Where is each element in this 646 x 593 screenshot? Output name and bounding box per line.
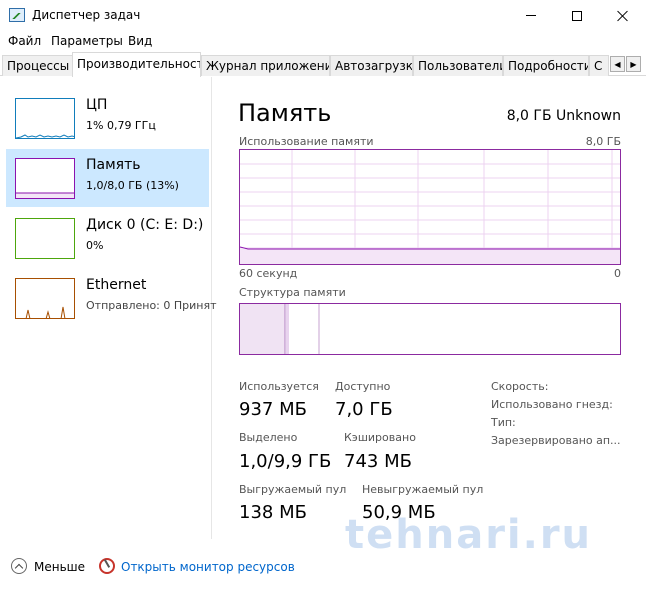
- tab-services[interactable]: С: [589, 55, 609, 76]
- page-title: Память: [238, 99, 332, 127]
- form-factor-label: Тип:: [491, 416, 516, 429]
- resource-memory[interactable]: Память 1,0/8,0 ГБ (13%): [6, 149, 209, 207]
- in-use-label: Используется: [239, 380, 319, 393]
- disk-thumbnail: [15, 218, 75, 259]
- ethernet-thumbnail: [15, 278, 75, 319]
- resource-disk-sub: 0%: [86, 239, 104, 252]
- maximize-icon: [572, 10, 582, 21]
- cpu-thumbnail: [15, 98, 75, 139]
- hardware-reserved-label: Зарезервировано ап...: [491, 434, 621, 447]
- close-icon: [617, 10, 629, 22]
- tab-details[interactable]: Подробности: [503, 55, 589, 76]
- tab-strip: Процессы Производительность Журнал прило…: [0, 52, 646, 77]
- available-label: Доступно: [335, 380, 391, 393]
- usage-fill: [240, 249, 620, 264]
- menu-bar: Файл Параметры Вид: [0, 31, 646, 51]
- tab-app-history[interactable]: Журнал приложений: [201, 55, 330, 76]
- minimize-button[interactable]: [508, 0, 554, 31]
- chevron-up-icon[interactable]: [11, 558, 27, 574]
- resource-monitor-icon[interactable]: [99, 558, 115, 574]
- close-button[interactable]: [600, 0, 646, 31]
- resource-memory-sub: 1,0/8,0 ГБ (13%): [86, 179, 179, 192]
- memory-thumbnail: [15, 158, 75, 199]
- fewer-details-button[interactable]: Меньше: [34, 560, 85, 574]
- composition-caption: Структура памяти: [239, 286, 346, 299]
- resource-ethernet-name: Ethernet: [86, 277, 147, 293]
- in-use-value: 937 МБ: [239, 399, 307, 420]
- memory-details: Память 8,0 ГБ Unknown Использование памя…: [213, 77, 646, 539]
- usage-caption: Использование памяти: [239, 135, 374, 148]
- tab-scroll-left-icon[interactable]: ◀: [610, 56, 625, 72]
- slots-label: Использовано гнезд:: [491, 398, 613, 411]
- tab-processes[interactable]: Процессы: [2, 55, 73, 76]
- time-left: 60 секунд: [239, 267, 298, 280]
- footer: Меньше Открыть монитор ресурсов: [0, 540, 646, 593]
- paged-pool-value: 138 МБ: [239, 502, 307, 523]
- cached-value: 743 МБ: [344, 451, 412, 472]
- paged-pool-label: Выгружаемый пул: [239, 483, 347, 496]
- task-manager-icon: [9, 8, 25, 22]
- memory-total: 8,0 ГБ Unknown: [506, 108, 621, 124]
- nonpaged-pool-label: Невыгружаемый пул: [362, 483, 484, 496]
- menu-file[interactable]: Файл: [8, 34, 41, 48]
- available-value: 7,0 ГБ: [335, 399, 393, 420]
- tab-performance[interactable]: Производительность: [72, 52, 201, 77]
- resource-disk[interactable]: Диск 0 (C: E: D:) 0%: [6, 209, 209, 267]
- window-title: Диспетчер задач: [32, 8, 141, 22]
- memory-composition-bar: [239, 303, 621, 355]
- memory-usage-graph: [239, 149, 621, 265]
- committed-label: Выделено: [239, 431, 298, 444]
- menu-view[interactable]: Вид: [128, 34, 152, 48]
- resource-cpu-name: ЦП: [86, 97, 108, 113]
- usage-max: 8,0 ГБ: [585, 135, 621, 148]
- title-bar: Диспетчер задач: [0, 0, 646, 31]
- maximize-button[interactable]: [554, 0, 600, 31]
- resource-cpu[interactable]: ЦП 1% 0,79 ГГц: [6, 89, 209, 147]
- tab-users[interactable]: Пользователи: [413, 55, 503, 76]
- resource-cpu-sub: 1% 0,79 ГГц: [86, 119, 156, 132]
- resource-ethernet-sub: Отправлено: 0 Принят: [86, 299, 217, 312]
- speed-label: Скорость:: [491, 380, 549, 393]
- menu-options[interactable]: Параметры: [51, 34, 123, 48]
- resource-memory-name: Память: [86, 157, 141, 173]
- cached-label: Кэшировано: [344, 431, 416, 444]
- tab-startup[interactable]: Автозагрузка: [330, 55, 413, 76]
- resource-ethernet[interactable]: Ethernet Отправлено: 0 Принят: [6, 269, 217, 327]
- resource-disk-name: Диск 0 (C: E: D:): [86, 217, 204, 233]
- resource-list: ЦП 1% 0,79 ГГц Память 1,0/8,0 ГБ (13%) Д…: [0, 77, 217, 539]
- committed-value: 1,0/9,9 ГБ: [239, 451, 332, 472]
- tab-scroll-right-icon[interactable]: ▶: [626, 56, 641, 72]
- time-right: 0: [614, 267, 621, 280]
- minimize-icon: [526, 15, 536, 16]
- open-resource-monitor-link[interactable]: Открыть монитор ресурсов: [121, 560, 295, 574]
